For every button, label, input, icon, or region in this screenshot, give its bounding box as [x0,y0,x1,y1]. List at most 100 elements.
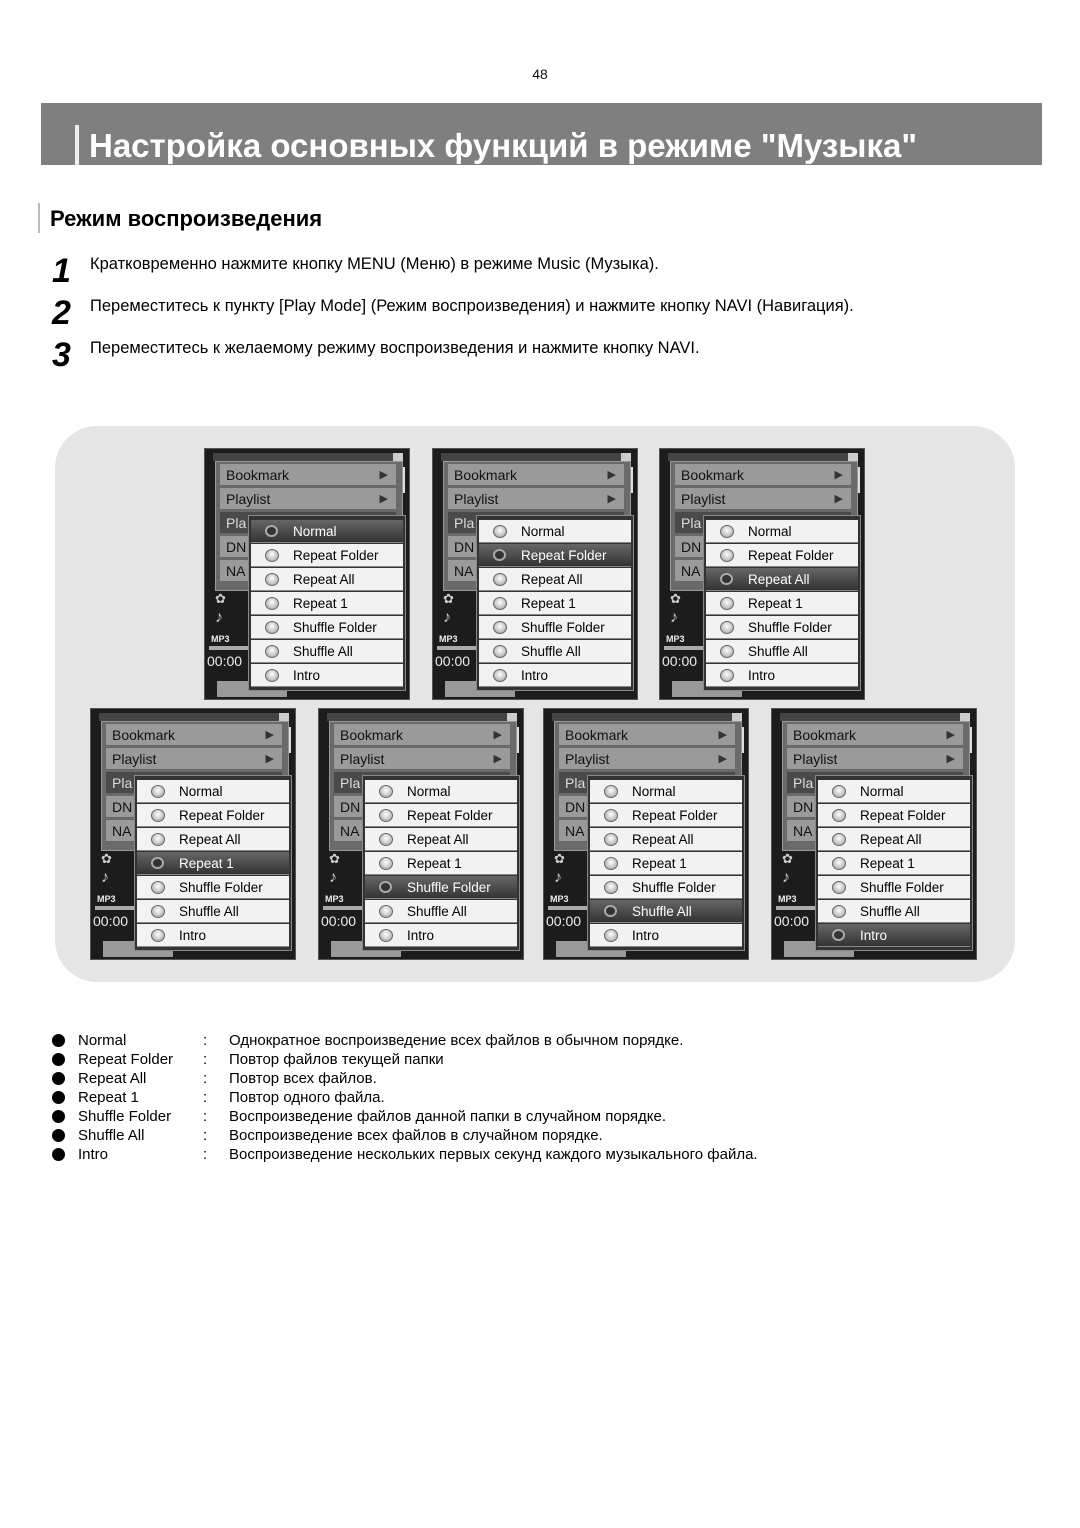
submenu-item[interactable]: Shuffle All [365,900,517,923]
menu-item[interactable]: Bookmark ▶ [559,724,735,746]
submenu-item[interactable]: Intro [365,924,517,947]
radio-icon [832,809,846,822]
radio-icon [265,621,279,634]
submenu-item[interactable]: Shuffle All [706,640,858,663]
radio-icon [720,573,733,585]
menu-item[interactable]: Playlist ▶ [106,748,282,770]
submenu-item[interactable]: Shuffle Folder [479,616,631,639]
device-screen: ✿ ♪ MP3 00:00 Bookmark ▶ Playlist ▶ Pla DN NA N… [659,448,865,700]
submenu-item[interactable]: Shuffle Folder [590,876,742,899]
radio-icon [720,597,734,610]
menu-item[interactable]: Playlist ▶ [559,748,735,770]
submenu-item[interactable]: Intro [590,924,742,947]
submenu-item[interactable]: Normal [365,780,517,803]
submenu-item[interactable]: Shuffle Folder [706,616,858,639]
submenu-item-label: Shuffle All [407,904,467,919]
submenu-item[interactable]: Normal [479,520,631,543]
submenu-item[interactable]: Shuffle Folder [251,616,403,639]
submenu-item[interactable]: Shuffle All [479,640,631,663]
submenu-item[interactable]: Shuffle All [818,900,970,923]
submenu-item[interactable]: Repeat Folder [251,544,403,567]
menu-item[interactable]: Playlist ▶ [787,748,963,770]
status-bar [668,453,854,461]
radio-icon [151,929,165,942]
submenu-item[interactable]: Repeat 1 [706,592,858,615]
radio-icon [493,549,506,561]
radio-icon [379,929,393,942]
progress-bar [95,906,135,910]
submenu-item[interactable]: Repeat Folder [590,804,742,827]
step-number: 1 [52,252,71,290]
submenu-item-label: Shuffle Folder [632,880,716,895]
submenu-item[interactable]: Intro [251,664,403,687]
submenu-item[interactable]: Shuffle Folder [137,876,289,899]
step-text: Переместитесь к желаемому режиму воспрои… [90,339,700,357]
arrow-right-icon: ▶ [493,753,502,765]
submenu-item[interactable]: Repeat All [251,568,403,591]
radio-icon [379,881,392,893]
submenu-item[interactable]: Normal [706,520,858,543]
submenu-item-label: Shuffle All [179,904,239,919]
play-mode-submenu: Normal Repeat Folder Repeat All Repeat 1 Shu… [134,775,292,951]
title-accent-bar [75,125,79,165]
submenu-item[interactable]: Repeat 1 [818,852,970,875]
menu-item[interactable]: Bookmark ▶ [448,464,624,486]
menu-item[interactable]: Bookmark ▶ [675,464,851,486]
submenu-item[interactable]: Shuffle All [590,900,742,923]
submenu-item[interactable]: Repeat All [365,828,517,851]
legend-label: Repeat Folder [78,1051,174,1068]
submenu-item[interactable]: Shuffle All [251,640,403,663]
submenu-item[interactable]: Repeat 1 [590,852,742,875]
radio-icon [379,785,393,798]
submenu-item[interactable]: Repeat 1 [365,852,517,875]
menu-item[interactable]: Bookmark ▶ [787,724,963,746]
menu-item[interactable]: Playlist ▶ [448,488,624,510]
menu-item[interactable]: Bookmark ▶ [220,464,396,486]
status-bar [780,713,966,721]
submenu-item[interactable]: Normal [818,780,970,803]
submenu-item[interactable]: Normal [137,780,289,803]
menu-item[interactable]: Bookmark ▶ [334,724,510,746]
submenu-item[interactable]: Intro [479,664,631,687]
progress-bar [664,646,704,650]
menu-item[interactable]: Playlist ▶ [334,748,510,770]
submenu-item[interactable]: Repeat Folder [818,804,970,827]
radio-icon [493,669,507,682]
submenu-item[interactable]: Repeat All [706,568,858,591]
menu-item[interactable]: Playlist ▶ [675,488,851,510]
submenu-item[interactable]: Repeat Folder [137,804,289,827]
submenu-item[interactable]: Repeat Folder [479,544,631,567]
submenu-item[interactable]: Repeat 1 [251,592,403,615]
submenu-item[interactable]: Repeat Folder [365,804,517,827]
submenu-item[interactable]: Repeat Folder [706,544,858,567]
legend-description: Воспроизведение файлов данной папки в сл… [229,1108,666,1125]
menu-item[interactable]: Bookmark ▶ [106,724,282,746]
submenu-item[interactable]: Normal [251,520,403,543]
submenu-item[interactable]: Repeat All [137,828,289,851]
submenu-item[interactable]: Repeat All [479,568,631,591]
settings-icon: ✿ [782,851,793,866]
radio-icon [720,669,734,682]
radio-icon [720,549,734,562]
menu-item-label: NA [565,823,585,839]
submenu-item[interactable]: Repeat All [818,828,970,851]
legend-label: Intro [78,1146,109,1163]
submenu-item[interactable]: Shuffle Folder [365,876,517,899]
submenu-item[interactable]: Shuffle All [137,900,289,923]
menu-item[interactable]: Playlist ▶ [220,488,396,510]
progress-bar [776,906,816,910]
submenu-item[interactable]: Repeat All [590,828,742,851]
menu-item-label: NA [226,563,246,579]
submenu-item-label: Shuffle Folder [521,620,605,635]
submenu-item[interactable]: Intro [818,924,970,947]
submenu-item[interactable]: Intro [706,664,858,687]
submenu-item[interactable]: Repeat 1 [479,592,631,615]
menu-item-label: Pla [340,775,361,791]
submenu-item-label: Intro [860,928,888,943]
radio-icon [832,833,846,846]
submenu-item[interactable]: Normal [590,780,742,803]
submenu-item[interactable]: Intro [137,924,289,947]
submenu-item[interactable]: Shuffle Folder [818,876,970,899]
title-banner: Настройка основных функций в режиме "Муз… [41,103,1042,165]
submenu-item[interactable]: Repeat 1 [137,852,289,875]
